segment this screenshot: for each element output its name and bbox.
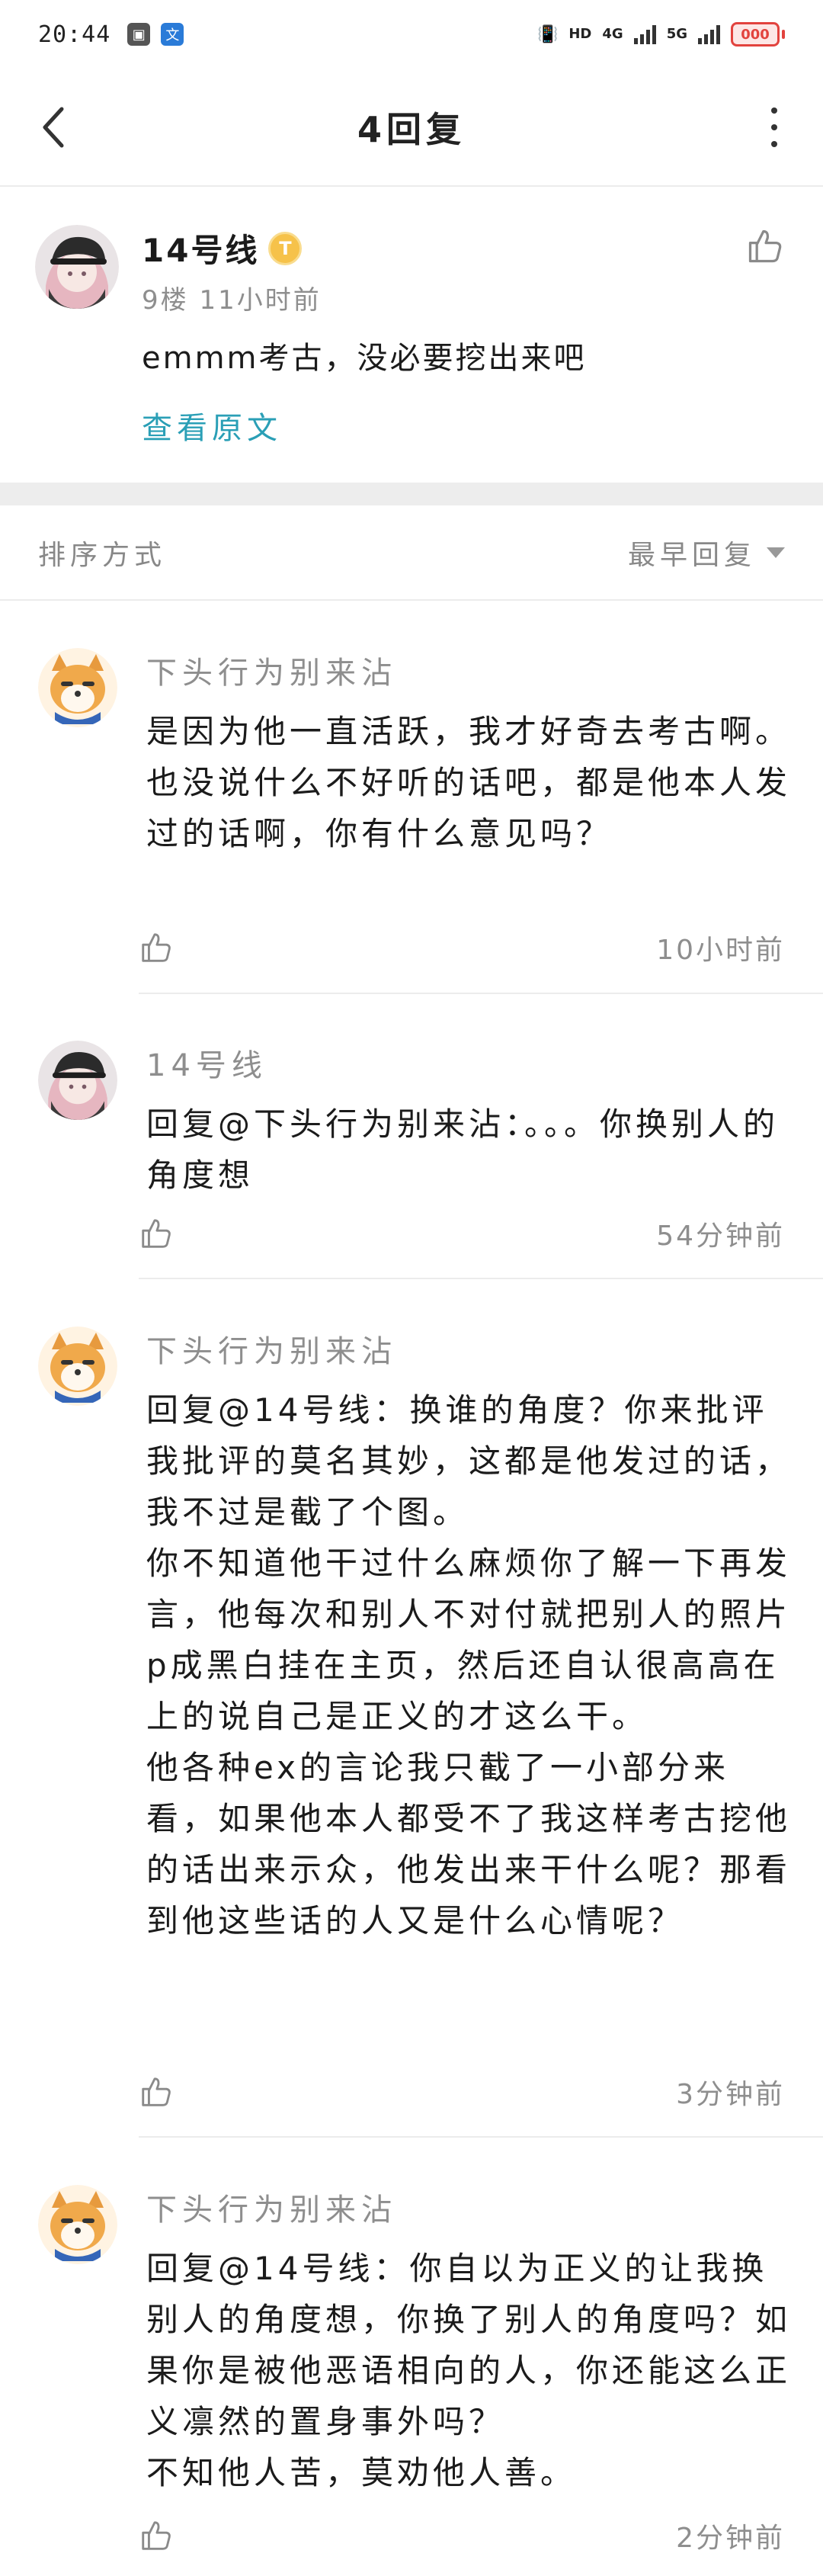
network-4g: 4G (602, 26, 623, 42)
battery-level: 000 (741, 26, 770, 43)
avatar[interactable] (38, 2185, 117, 2264)
thumbs-up-icon[interactable] (745, 226, 785, 266)
avatar-girl-cap-icon (38, 1041, 117, 1120)
post-text: emmm考古，没必要挖出来吧 (142, 341, 587, 376)
reply-item: 下头行为别来沾 回复@14号线：你自以为正义的让我换别人的角度想，你换了别人的角… (0, 2185, 823, 2498)
page-title: 4回复 (357, 108, 466, 150)
gallery-notification-icon: ▣ (127, 23, 151, 46)
sort-dropdown[interactable]: 最早回复 (628, 533, 785, 573)
post-meta: 9楼 11小时前 (142, 285, 322, 316)
top-navigation-bar: 4回复 (0, 69, 823, 187)
divider (139, 1278, 823, 1279)
avatar-shiba-icon (38, 1326, 117, 1406)
thumbs-up-icon[interactable] (139, 1216, 174, 1251)
reply-text: 回复@14号线：你自以为正义的让我换别人的角度想，你换了别人的角度吗？如果你是被… (146, 2250, 792, 2491)
reply-time: 54分钟前 (656, 1221, 785, 1252)
avatar[interactable] (38, 1041, 117, 1120)
translate-notification-icon: 文 (161, 23, 184, 46)
reply-footer: 10小时前 (139, 928, 785, 967)
status-time: 20:44 (38, 21, 111, 48)
chevron-down-icon (767, 547, 785, 558)
view-original-link[interactable]: 查看原文 (142, 403, 282, 448)
divider (139, 993, 823, 994)
reply-author[interactable]: 14号线 (146, 1041, 793, 1085)
avatar-shiba-icon (38, 2185, 117, 2264)
reply-item: 下头行为别来沾 是因为他一直活跃，我才好奇去考古啊。也没说什么不好听的话吧，都是… (0, 648, 823, 859)
avatar[interactable] (35, 225, 119, 309)
divider (139, 2136, 823, 2138)
reply-time: 10小时前 (656, 935, 785, 966)
reply-text: 回复@下头行为别来沾：。。。你换别人的角度想 (146, 1105, 780, 1194)
thumbs-up-icon[interactable] (139, 930, 174, 965)
hd-indicator: HD (568, 26, 592, 42)
back-button[interactable] (34, 103, 73, 152)
sort-bar: 排序方式 最早回复 (0, 505, 823, 601)
section-divider (0, 483, 823, 505)
more-options-button[interactable] (767, 107, 782, 147)
sort-label: 排序方式 (38, 539, 167, 571)
signal-icon (633, 24, 656, 44)
battery-icon: 000 (731, 22, 785, 47)
thumbs-up-icon[interactable] (139, 2518, 174, 2553)
avatar[interactable] (38, 648, 117, 727)
signal-icon-2 (698, 24, 720, 44)
reply-text: 回复@14号线：换谁的角度？你来批评我批评的莫名其妙，这都是他发过的话，我不过是… (146, 1391, 792, 1939)
thumbs-up-icon[interactable] (139, 2074, 174, 2109)
reply-author[interactable]: 下头行为别来沾 (146, 648, 793, 692)
network-5g: 5G (666, 26, 687, 42)
avatar[interactable] (38, 1326, 117, 1406)
reply-footer: 54分钟前 (139, 1214, 785, 1253)
level-badge: T (268, 231, 303, 265)
avatar-girl-cap-icon (35, 225, 119, 309)
reply-time: 3分钟前 (676, 2079, 785, 2110)
avatar-shiba-icon (38, 648, 117, 727)
sort-selected: 最早回复 (627, 539, 756, 571)
reply-item: 下头行为别来沾 回复@14号线：换谁的角度？你来批评我批评的莫名其妙，这都是他发… (0, 1326, 823, 1946)
reply-footer: 2分钟前 (139, 2516, 785, 2555)
reply-item: 14号线 回复@下头行为别来沾：。。。你换别人的角度想 (0, 1041, 823, 1201)
reply-time: 2分钟前 (676, 2523, 785, 2554)
chevron-left-icon (43, 107, 64, 147)
reply-author[interactable]: 下头行为别来沾 (146, 1326, 793, 1371)
reply-text: 是因为他一直活跃，我才好奇去考古啊。也没说什么不好听的话吧，都是他本人发过的话啊… (146, 713, 792, 852)
reply-author[interactable]: 下头行为别来沾 (146, 2185, 793, 2229)
vibrate-icon: 📳 (536, 24, 559, 44)
reply-footer: 3分钟前 (139, 2072, 785, 2112)
status-bar: 20:44 ▣ 文 📳 HD 4G 5G 000 (0, 0, 823, 69)
original-comment: 14号线 T 9楼 11小时前 emmm考古，没必要挖出来吧 查看原文 (0, 187, 823, 483)
author-name[interactable]: 14号线 (142, 225, 259, 271)
